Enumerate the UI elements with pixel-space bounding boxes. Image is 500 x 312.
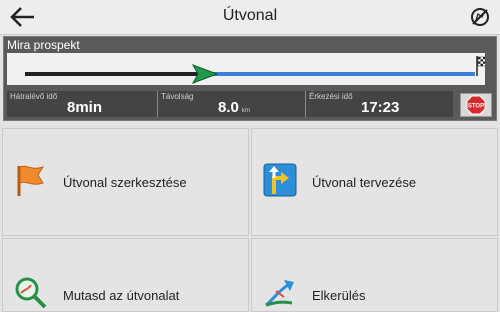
remaining-time-label: Hátralévő idő [10,92,58,101]
stop-sign-label: STOP [468,104,484,110]
avoid-button[interactable]: Elkerülés [251,238,498,312]
top-bar: Útvonal [0,0,500,35]
plan-route-label: Útvonal tervezése [312,175,417,190]
arrival-time-stat: Érkezési idő 17:23 [305,91,454,117]
destination-name: Mira prospekt [7,38,80,52]
stop-navigation-button[interactable]: STOP [460,93,492,117]
plan-route-button[interactable]: Útvonal tervezése [251,128,498,236]
remaining-time-value: 8min [67,99,103,116]
page-title: Útvonal [222,7,278,24]
route-info-panel: Mira prospekt Hátralévő idő 8min Távolsá… [3,36,497,121]
edit-route-label: Útvonal szerkesztése [63,175,187,190]
distance-label: Távolság [161,92,194,101]
route-progress-track [7,53,489,85]
flag-icon [17,165,45,196]
checkered-flag-icon [476,56,489,76]
arrival-time-label: Érkezési idő [309,92,353,101]
show-route-label: Mutasd az útvonalat [63,288,180,303]
stop-sign-icon: STOP [466,95,486,115]
magnifier-route-icon [15,277,47,309]
show-route-button[interactable]: Mutasd az útvonalat [2,238,249,312]
distance-value: 8.0 km [218,99,250,116]
distance-unit: km [241,108,250,114]
route-stats: Hátralévő idő 8min Távolság 8.0 km Érkezé… [7,91,453,117]
arrival-time-value: 17:23 [361,99,400,116]
detour-arrow-icon [265,280,294,307]
edit-route-button[interactable]: Útvonal szerkesztése [2,128,249,236]
cancel-route-icon [471,8,489,26]
cancel-route-button[interactable] [468,5,492,29]
distance-stat: Távolság 8.0 km [157,91,306,117]
turn-sign-icon [263,163,297,197]
avoid-label: Elkerülés [312,288,366,303]
remaining-time-stat: Hátralévő idő 8min [7,91,157,117]
